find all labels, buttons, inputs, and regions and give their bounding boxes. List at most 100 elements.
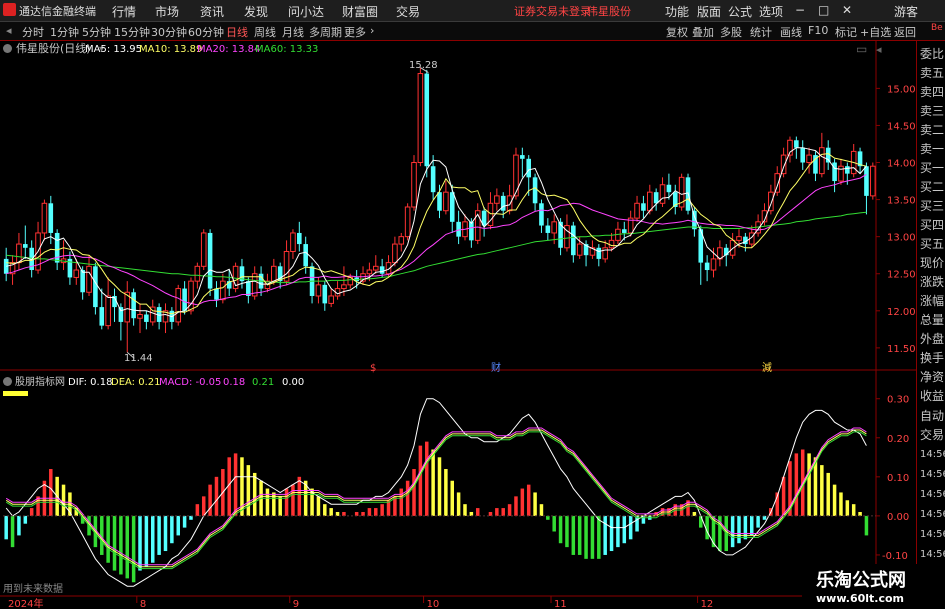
panel-bid5: 买五 [920,237,945,251]
date-tick-label: 11 [554,599,567,609]
tick-time: 14:56 [920,449,945,460]
panel-bid2: 买二 [920,180,945,194]
candle-body [80,270,85,293]
app-title: 通达信金融终端 [19,5,96,18]
candle-body [641,203,646,211]
menu-quotes[interactable]: 行情 [112,3,136,20]
candle-body [710,258,717,271]
candle-body [736,236,742,241]
candle-body [144,314,149,322]
period-weekly[interactable]: 周线 [254,24,276,40]
tick-time: 14:56 [920,549,945,560]
menu-formula[interactable]: 公式 [728,3,752,20]
menu-layout[interactable]: 版面 [697,3,721,20]
sub-legend-toggle-icon[interactable] [3,377,12,386]
chart-menu-icon[interactable]: ▭ [856,42,867,56]
candle-body [469,221,474,241]
stock-chart[interactable]: 15.00 14.50 14.00 13.50 13.00 12.50 12.00 11.50… [0,41,916,609]
candle-body [602,247,608,260]
price-tick-label: 14.50 [887,121,916,132]
event-marker-financial[interactable]: 财 [491,361,501,374]
candle-body [576,243,583,256]
menu-discover[interactable]: 发现 [244,3,268,20]
macd-tick-label: 0.10 [887,473,909,484]
candle-body [182,288,187,311]
candle-body [220,280,226,301]
date-tick-label: 2024年 [8,597,43,609]
period-15min[interactable]: 15分钟 [114,24,150,40]
candle-body [23,244,28,248]
toolbar-multi-stock[interactable]: 多股 [720,24,742,40]
candle-body [800,147,806,163]
price-tick-label: 13.50 [887,196,916,207]
event-marker-dividend[interactable]: $ [370,363,376,374]
panel-trades[interactable]: 交易 [920,426,944,443]
period-1min[interactable]: 1分钟 [50,24,79,40]
candle-body [666,184,672,193]
more-chevron-icon[interactable]: › [370,24,374,37]
legend-macd: MACD: -0.05 [159,377,221,388]
toolbar-f10[interactable]: F10 [808,24,828,37]
tick-time: 14:56 [920,489,945,500]
period-intraday[interactable]: 分时 [22,24,44,40]
right-info-panel: Be 委比 卖五 卖四 卖三 卖二 卖一 买一 买二 买三 买四 买五 现价 涨… [916,23,945,609]
period-multi[interactable]: 多周期 [309,24,342,40]
panel-badge: Be [931,23,943,33]
price-tick-label: 12.00 [887,307,916,318]
chart-collapse-icon[interactable]: ◂ [876,43,882,56]
menu-ask[interactable]: 问小达 [288,3,324,20]
menu-news[interactable]: 资讯 [200,3,224,20]
candle-body [341,284,347,290]
toolbar-draw[interactable]: 画线 [780,24,802,40]
toolbar-overlay[interactable]: 叠加 [692,24,714,40]
period-5min[interactable]: 5分钟 [82,24,111,40]
toolbar-stats[interactable]: 统计 [750,24,772,40]
period-30min[interactable]: 30分钟 [151,24,187,40]
ma5-line [6,147,867,318]
menu-options[interactable]: 选项 [759,3,783,20]
candle-body [506,195,513,212]
panel-volume: 总量 [920,313,945,327]
toolbar-adjust[interactable]: 复权 [666,24,688,40]
period-monthly[interactable]: 月线 [282,24,304,40]
panel-bid4: 买四 [920,218,945,232]
panel-ratio[interactable]: 委比 [920,45,944,62]
price-tick-label: 12.50 [887,270,916,281]
toolbar-mark[interactable]: 标记 [835,24,857,40]
panel-ask3: 卖三 [920,104,945,118]
panel-auto[interactable]: 自动 [920,407,944,424]
legend-ma10: MA10: 13.89 [139,44,202,55]
panel-turnover: 换手 [920,351,945,365]
maximize-button[interactable]: □ [818,3,829,17]
candlestick-series [3,67,876,353]
candle-body [290,232,296,252]
back-arrow-icon[interactable]: ◂ [6,24,12,37]
panel-change-pct: 涨幅 [920,294,945,308]
legend-toggle-icon[interactable] [3,44,12,53]
minimize-button[interactable]: − [795,3,805,17]
toolbar-back[interactable]: 返回 [894,24,916,40]
close-button[interactable]: ✕ [842,3,852,17]
candle-body [105,295,111,327]
low-price-label: 11.44 [124,353,153,364]
menu-function[interactable]: 功能 [665,3,689,20]
panel-earnings: 收益 [920,389,945,403]
panel-change: 涨跌 [920,275,945,289]
candle-body [404,206,411,238]
price-tick-label: 11.50 [887,344,916,355]
guest-user[interactable]: 游客 [894,3,918,20]
menu-trade[interactable]: 交易 [396,3,420,20]
title-bar: 通达信金融终端 行情 市场 资讯 发现 问小达 财富圈 交易 证券交易未登录 伟… [0,0,945,22]
candle-body [16,243,22,264]
toolbar-add-watchlist[interactable]: +自选 [860,24,891,40]
menu-wealth[interactable]: 财富圈 [342,3,378,20]
period-more[interactable]: 更多 [344,24,366,40]
menu-market[interactable]: 市场 [155,3,179,20]
period-daily[interactable]: 日线 [226,24,248,40]
event-marker-reduction[interactable]: 減 [762,361,772,374]
candle-body [838,165,844,182]
candle-body [819,147,825,175]
login-alert[interactable]: 证券交易未登录 [514,3,591,19]
period-60min[interactable]: 60分钟 [188,24,224,40]
legend-dif: DIF: 0.18 [68,377,112,388]
